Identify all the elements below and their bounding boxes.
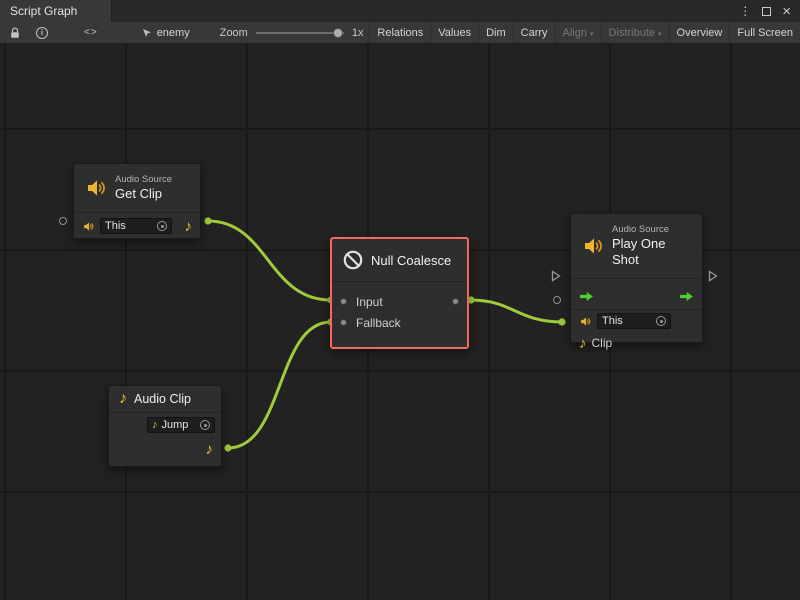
fallback-port-row: Fallback <box>332 312 467 333</box>
control-output-arrow-icon[interactable] <box>679 291 694 302</box>
fullscreen-button[interactable]: Full Screen <box>729 22 800 43</box>
control-input-arrow-icon[interactable] <box>579 291 594 302</box>
node-title: Get Clip <box>115 186 172 202</box>
clip-output-port[interactable]: ♪ <box>185 219 193 234</box>
relations-button[interactable]: Relations <box>369 22 430 43</box>
node-audio-source-play-one-shot[interactable]: Audio Source Play One Shot This <box>570 213 703 343</box>
zoom-slider[interactable] <box>256 27 344 39</box>
clip-output-port[interactable]: ♪ <box>206 442 214 457</box>
port-rows: Input Fallback <box>332 282 467 333</box>
wire-output-to-clip[interactable] <box>471 300 562 322</box>
clip-input-row: ♪ Clip <box>571 332 702 354</box>
node-header: Audio Source Get Clip <box>74 164 200 212</box>
fallback-port-label: Fallback <box>356 316 401 330</box>
node-category: Audio Source <box>115 174 172 186</box>
zoom-slider-handle[interactable] <box>333 28 343 38</box>
toolbar-buttons: Relations Values Dim Carry Align▾ Distri… <box>369 22 800 43</box>
divider <box>571 278 702 279</box>
clip-port-label: Clip <box>592 336 613 350</box>
tab-title: Script Graph <box>10 4 77 18</box>
input-port-label: Input <box>356 295 383 309</box>
unity-editor-window: Script Graph ⋮ × i <> enemy Zoom 1x Rela… <box>0 0 800 600</box>
graph-breadcrumb[interactable]: enemy <box>142 27 190 39</box>
graph-name: enemy <box>157 27 190 39</box>
info-icon[interactable]: i <box>36 27 48 39</box>
zoom-label: Zoom <box>220 27 248 39</box>
node-audio-source-get-clip[interactable]: Audio Source Get Clip This ♪ <box>73 163 201 239</box>
input-port-row: Input <box>332 291 467 312</box>
lock-icon[interactable] <box>10 27 20 39</box>
input-port[interactable] <box>340 298 347 305</box>
wire-audioclip-to-fallback[interactable] <box>228 322 331 448</box>
graph-asset-icon <box>142 28 152 38</box>
value-row: ♪ Jump <box>109 413 221 437</box>
tab-script-graph[interactable]: Script Graph <box>0 0 112 22</box>
node-header: ♪ Audio Clip <box>109 386 221 412</box>
node-audio-clip[interactable]: ♪ Audio Clip ♪ Jump ♪ <box>108 385 222 467</box>
object-picker-icon[interactable] <box>200 420 210 430</box>
node-null-coalesce[interactable]: Null Coalesce Input Fallback <box>330 237 469 349</box>
object-picker-icon[interactable] <box>656 316 666 326</box>
null-coalesce-icon <box>342 249 364 271</box>
audio-source-icon <box>579 315 592 328</box>
target-object-field[interactable]: This <box>100 218 172 234</box>
control-input-outer-port[interactable] <box>551 270 561 282</box>
target-object-field[interactable]: This <box>597 313 671 329</box>
zoom-slider-track <box>256 32 344 34</box>
menu-icon[interactable]: ⋮ <box>739 5 751 17</box>
node-header: Audio Source Play One Shot <box>571 214 702 278</box>
audio-source-icon <box>82 220 95 233</box>
code-icon[interactable]: <> <box>84 27 98 38</box>
distribute-button[interactable]: Distribute▾ <box>601 22 669 43</box>
target-row: This ♪ <box>74 213 200 239</box>
audio-source-icon <box>581 234 605 258</box>
zoom-value: 1x <box>352 27 364 39</box>
target-value: This <box>105 220 153 232</box>
node-category: Audio Source <box>612 224 692 236</box>
maximize-icon[interactable] <box>762 7 771 16</box>
clip-input-port[interactable]: ♪ <box>579 336 587 351</box>
chevron-down-icon: ▾ <box>590 30 594 38</box>
wire-endpoint[interactable] <box>558 318 565 325</box>
wire-getclip-to-input[interactable] <box>208 221 331 300</box>
graph-toolbar: i <> enemy Zoom 1x Relations Values Dim … <box>0 22 800 44</box>
wire-endpoint[interactable] <box>204 217 211 224</box>
object-picker-icon[interactable] <box>157 221 167 231</box>
chevron-down-icon: ▾ <box>658 30 662 38</box>
result-output-port[interactable] <box>452 298 459 305</box>
overview-button[interactable]: Overview <box>669 22 730 43</box>
audio-clip-value: Jump <box>162 419 197 431</box>
output-row: ♪ <box>109 437 221 461</box>
audio-clip-icon: ♪ <box>152 420 158 431</box>
playoneshot-target-outer-port[interactable] <box>553 296 561 304</box>
audio-clip-object-field[interactable]: ♪ Jump <box>147 417 215 433</box>
tab-bar: Script Graph ⋮ × <box>0 0 800 22</box>
target-value: This <box>602 315 652 327</box>
audio-source-icon <box>84 176 108 200</box>
audio-clip-icon: ♪ <box>119 391 127 407</box>
carry-button[interactable]: Carry <box>513 22 555 43</box>
node-title: Audio Clip <box>134 392 191 406</box>
graph-canvas[interactable]: Audio Source Get Clip This ♪ <box>0 44 800 600</box>
align-button[interactable]: Align▾ <box>555 22 601 43</box>
getclip-target-outer-port[interactable] <box>59 217 67 225</box>
fallback-port[interactable] <box>340 319 347 326</box>
dim-button[interactable]: Dim <box>478 22 513 43</box>
window-controls: ⋮ × <box>739 0 800 22</box>
node-header: Null Coalesce <box>332 239 467 281</box>
wire-endpoint[interactable] <box>224 444 231 451</box>
values-button[interactable]: Values <box>430 22 478 43</box>
node-title: Null Coalesce <box>371 253 451 268</box>
target-row: This <box>571 310 702 332</box>
control-port-row <box>571 283 702 309</box>
node-title: Play One Shot <box>612 236 692 269</box>
close-icon[interactable]: × <box>782 4 791 19</box>
control-output-outer-port[interactable] <box>708 270 718 282</box>
